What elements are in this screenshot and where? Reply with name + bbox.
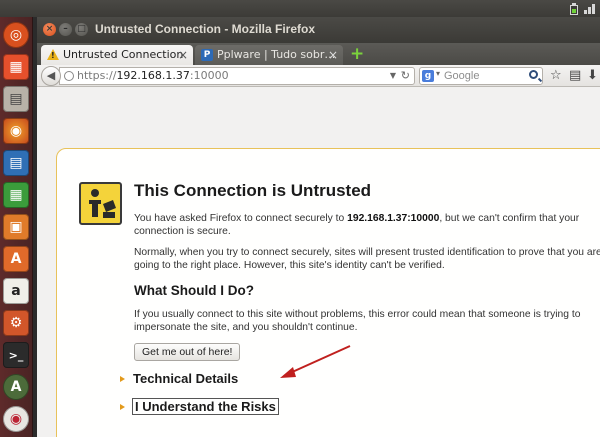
annotation-arrow-icon — [280, 345, 351, 378]
